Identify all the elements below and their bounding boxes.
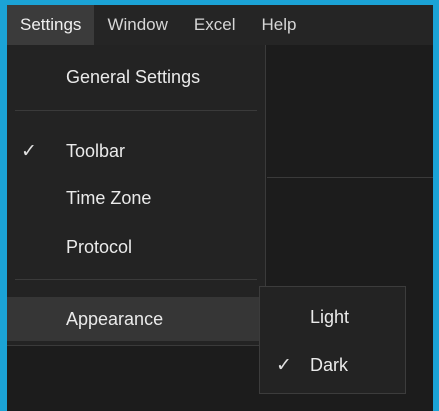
menu-settings[interactable]: Settings [7,5,95,45]
time-zone-label: Time Zone [66,187,152,208]
protocol-label: Protocol [66,236,133,257]
submenu-item-light[interactable]: Light [260,295,405,339]
toolbar-label: Toolbar [66,140,126,161]
appearance-submenu: Light ✓ Dark [259,286,406,394]
menu-item-protocol[interactable]: Protocol [7,225,265,269]
checkmark-icon: ✓ [276,354,292,376]
menu-bar: Settings Window Excel Help [7,5,433,45]
menu-separator [15,279,257,280]
content-divider [267,177,433,178]
submenu-item-dark[interactable]: ✓ Dark [260,343,405,387]
dark-label: Dark [310,354,349,375]
menu-separator [15,110,257,111]
general-settings-label: General Settings [66,66,201,87]
menu-window[interactable]: Window [94,5,180,45]
light-label: Light [310,306,350,327]
menu-item-toolbar[interactable]: ✓ Toolbar [7,129,265,173]
menu-item-general-settings[interactable]: General Settings [7,55,265,99]
menu-item-appearance[interactable]: Appearance › [7,297,265,341]
appearance-label: Appearance [66,308,164,329]
checkmark-icon: ✓ [21,140,37,162]
settings-dropdown-menu: General Settings ✓ Toolbar Time Zone Pro… [7,45,266,346]
menu-item-time-zone[interactable]: Time Zone [7,176,265,220]
menu-help[interactable]: Help [248,5,309,45]
menu-excel[interactable]: Excel [181,5,249,45]
